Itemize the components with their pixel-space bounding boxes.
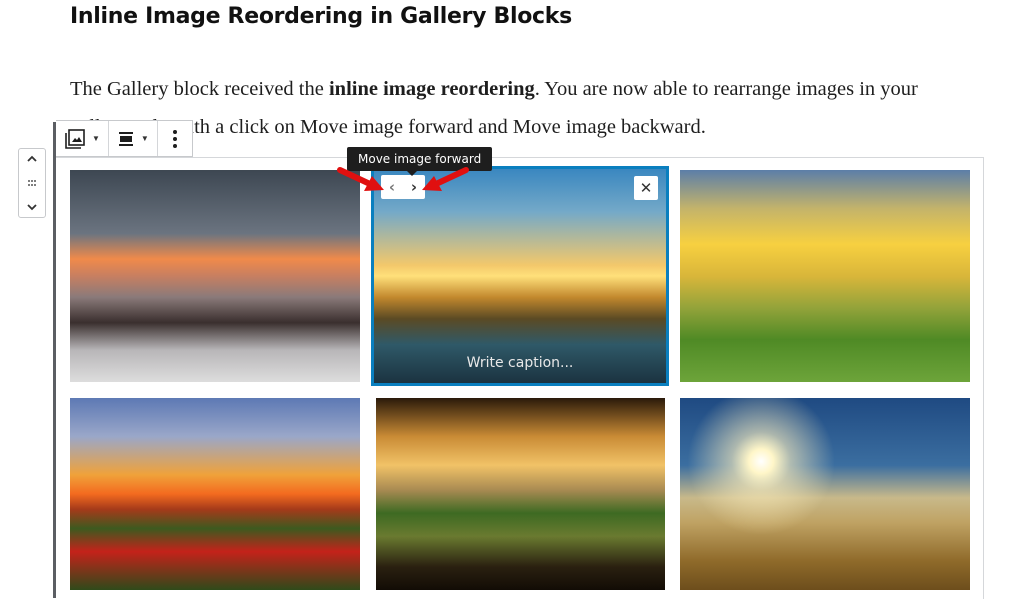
gallery-image[interactable] <box>680 170 970 382</box>
move-image-forward-button[interactable]: › <box>411 178 417 196</box>
move-image-backward-button[interactable]: ‹ <box>389 178 395 196</box>
block-mover <box>18 148 46 218</box>
block-toolbar: ▼ ▼ <box>56 120 193 157</box>
move-up-icon[interactable] <box>25 152 39 166</box>
align-button[interactable]: ▼ <box>109 121 158 156</box>
drag-handle-icon[interactable] <box>25 176 39 190</box>
align-icon <box>118 131 133 146</box>
paragraph-text: The Gallery block received the <box>70 78 329 100</box>
page-heading: Inline Image Reordering in Gallery Block… <box>70 4 572 29</box>
caption-input[interactable]: Write caption... <box>374 355 666 371</box>
more-options-button[interactable] <box>158 121 192 156</box>
more-options-icon <box>172 129 177 148</box>
chevron-down-icon: ▼ <box>140 134 149 143</box>
gallery-image-selected[interactable]: Write caption... <box>371 166 669 386</box>
annotation-arrow-left-icon <box>337 167 384 191</box>
gallery-icon <box>65 128 85 149</box>
gallery-image[interactable] <box>376 398 665 590</box>
body-paragraph[interactable]: The Gallery block received the inline im… <box>70 70 970 146</box>
chevron-down-icon: ▼ <box>92 134 100 143</box>
move-down-icon[interactable] <box>25 200 39 214</box>
annotation-arrow-right-icon <box>422 167 469 191</box>
gallery-image[interactable] <box>70 398 360 590</box>
gallery-image[interactable] <box>70 170 360 382</box>
remove-image-button[interactable]: ✕ <box>634 176 658 200</box>
change-block-type-button[interactable]: ▼ <box>56 121 109 156</box>
gallery-image[interactable] <box>680 398 970 590</box>
paragraph-bold-text: inline image reordering <box>328 78 535 100</box>
